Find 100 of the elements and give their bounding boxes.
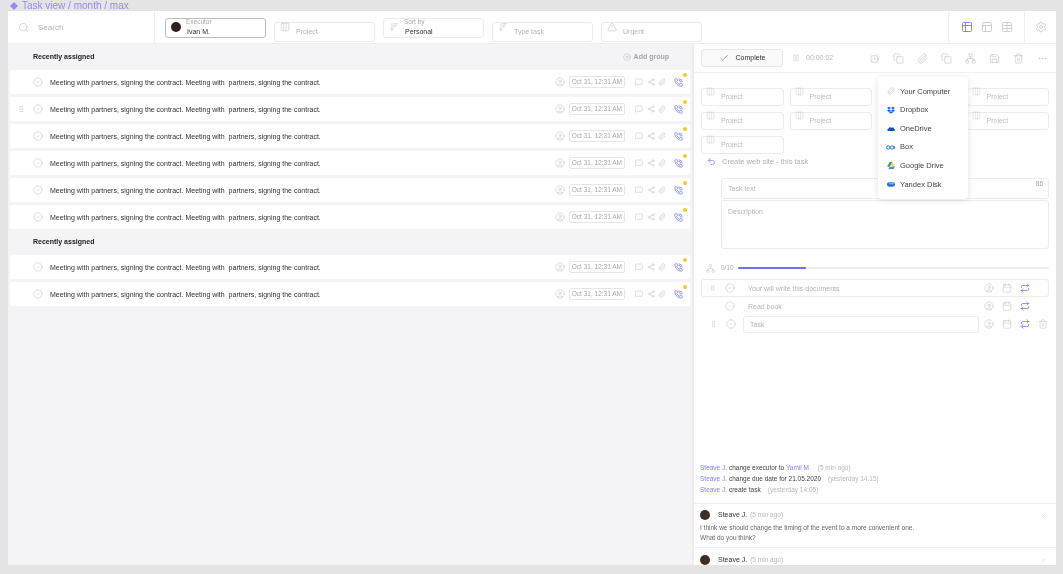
user-icon[interactable] <box>554 262 565 272</box>
calendar-icon[interactable] <box>1002 283 1012 293</box>
pause-icon[interactable] <box>792 54 800 62</box>
paperclip-icon[interactable] <box>658 290 666 298</box>
return-arrow-icon[interactable] <box>707 157 716 166</box>
phone-icon[interactable] <box>674 104 683 114</box>
share-icon[interactable] <box>647 213 655 221</box>
comment-icon[interactable] <box>635 186 643 194</box>
grid-icon[interactable] <box>1000 21 1013 33</box>
phone-icon[interactable] <box>674 212 683 222</box>
hierarchy-icon <box>706 263 715 273</box>
diamond-icon <box>10 1 18 10</box>
columns-icon <box>794 86 804 96</box>
columns-icon <box>706 86 715 96</box>
phone-icon[interactable] <box>674 289 683 299</box>
trash-icon[interactable] <box>1038 319 1048 329</box>
user-icon[interactable] <box>554 289 565 299</box>
check-circle-icon[interactable] <box>33 131 43 141</box>
repeat-icon[interactable] <box>1020 301 1030 311</box>
phone-icon[interactable] <box>674 77 683 87</box>
columns-icon <box>971 110 981 120</box>
repeat-icon[interactable] <box>1020 283 1030 293</box>
calendar-icon[interactable] <box>1002 301 1012 311</box>
comment-icon[interactable] <box>635 159 643 167</box>
paperclip-icon <box>886 87 895 96</box>
user-icon[interactable] <box>554 131 565 141</box>
comment-icon[interactable] <box>635 290 643 298</box>
avatar-icon <box>700 555 710 565</box>
sort-icon <box>389 22 399 32</box>
plus-icon <box>622 53 631 61</box>
phone-icon[interactable] <box>674 131 683 141</box>
user-icon[interactable] <box>554 104 565 114</box>
paperclip-icon[interactable] <box>658 186 666 194</box>
phone-icon[interactable] <box>674 158 683 168</box>
phone-icon[interactable] <box>674 185 683 195</box>
share-icon[interactable] <box>647 159 655 167</box>
share-icon[interactable] <box>647 105 655 113</box>
paperclip-icon[interactable] <box>658 263 666 271</box>
drag-handle-icon[interactable] <box>709 283 716 293</box>
hierarchy-icon[interactable] <box>965 52 976 64</box>
share-icon[interactable] <box>647 78 655 86</box>
check-circle-icon[interactable] <box>726 319 736 329</box>
close-icon[interactable] <box>1040 556 1047 564</box>
diamonds-icon <box>886 105 895 114</box>
repeat-icon[interactable] <box>1020 319 1030 329</box>
avatar-icon <box>171 22 181 32</box>
paperclip-icon[interactable] <box>658 132 666 140</box>
comment-icon[interactable] <box>635 105 643 113</box>
check-circle-icon[interactable] <box>725 283 735 293</box>
rings-icon <box>886 144 895 150</box>
columns-icon <box>706 134 715 144</box>
comment-icon[interactable] <box>635 78 643 86</box>
alarm-clock-icon[interactable] <box>869 52 880 64</box>
copy-icon[interactable] <box>941 52 952 64</box>
user-icon[interactable] <box>554 77 565 87</box>
drag-handle-icon[interactable] <box>17 104 25 114</box>
trash-icon[interactable] <box>1013 52 1024 64</box>
user-icon[interactable] <box>984 301 994 311</box>
user-icon[interactable] <box>984 283 994 293</box>
settings-icon[interactable] <box>1034 21 1047 33</box>
save-icon[interactable] <box>989 52 1000 64</box>
paperclip-icon[interactable] <box>917 52 928 64</box>
columns-icon <box>971 86 981 96</box>
comment-icon[interactable] <box>635 132 643 140</box>
share-icon[interactable] <box>647 290 655 298</box>
search-field[interactable]: Search <box>38 20 128 34</box>
check-circle-icon[interactable] <box>33 77 43 87</box>
phone-icon[interactable] <box>674 262 683 272</box>
paperclip-icon[interactable] <box>658 159 666 167</box>
disk-icon <box>886 181 895 188</box>
share-icon[interactable] <box>647 132 655 140</box>
paperclip-icon[interactable] <box>658 105 666 113</box>
cloud-icon <box>886 126 895 131</box>
copy-icon[interactable] <box>893 52 904 64</box>
paperclip-icon[interactable] <box>658 213 666 221</box>
check-circle-icon[interactable] <box>33 104 43 114</box>
user-icon[interactable] <box>554 158 565 168</box>
check-circle-icon[interactable] <box>33 158 43 168</box>
comment-icon[interactable] <box>635 263 643 271</box>
table-icon[interactable] <box>960 21 973 33</box>
paperclip-icon[interactable] <box>658 78 666 86</box>
user-icon[interactable] <box>554 185 565 195</box>
share-icon[interactable] <box>647 186 655 194</box>
check-circle-icon[interactable] <box>33 262 43 272</box>
check-circle-icon[interactable] <box>33 212 43 222</box>
close-icon[interactable] <box>1040 511 1047 519</box>
check-circle-icon[interactable] <box>33 289 43 299</box>
columns-icon <box>280 22 290 32</box>
user-icon[interactable] <box>554 212 565 222</box>
panel-layout-icon[interactable] <box>980 21 993 33</box>
share-icon[interactable] <box>647 263 655 271</box>
check-circle-icon[interactable] <box>33 185 43 195</box>
drag-handle-icon[interactable] <box>710 319 717 329</box>
sort-icon <box>498 22 508 32</box>
check-circle-icon[interactable] <box>725 301 735 311</box>
columns-icon <box>706 110 715 120</box>
check-icon <box>718 53 729 63</box>
user-icon[interactable] <box>984 319 994 329</box>
comment-icon[interactable] <box>635 213 643 221</box>
calendar-icon[interactable] <box>1002 319 1012 329</box>
